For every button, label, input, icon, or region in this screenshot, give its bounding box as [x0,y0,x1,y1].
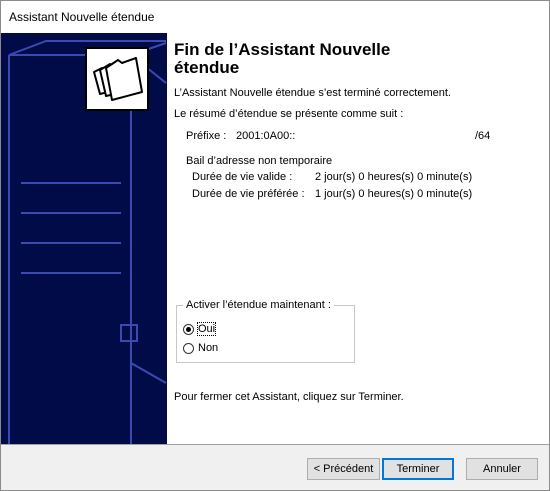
activate-scope-group: Activer l’étendue maintenant : Oui Non [176,299,355,363]
finish-button[interactable]: Terminer [382,458,454,480]
preferred-lifetime-label: Durée de vie préférée : [192,188,305,200]
prefix-label: Préfixe : [186,130,227,142]
footer-divider [1,444,549,445]
wizard-side-graphic [1,33,167,444]
summary-intro: Le résumé d’étendue se présente comme su… [174,108,404,120]
valid-lifetime-value: 2 jour(s) 0 heures(s) 0 minute(s) [315,171,473,183]
prefix-value: 2001:0A00:: [236,130,296,142]
radio-non[interactable] [183,343,194,354]
title-bar[interactable]: Assistant Nouvelle étendue [1,1,549,33]
radio-selected-dot [186,327,191,332]
back-button[interactable]: < Précédent [307,458,380,480]
cancel-button[interactable]: Annuler [466,458,538,480]
wizard-content: Fin de l’Assistant Nouvelle étendue L’As… [167,33,549,444]
close-hint: Pour fermer cet Assistant, cliquez sur T… [174,391,404,403]
wizard-window: Assistant Nouvelle étendue Fin de l’Assi… [0,0,550,491]
folder-stack-icon [84,46,150,112]
preferred-lifetime-value: 1 jour(s) 0 heures(s) 0 minute(s) [315,188,473,200]
activate-scope-label: Activer l’étendue maintenant : [183,299,334,311]
radio-oui-label[interactable]: Oui [196,322,217,336]
window-title: Assistant Nouvelle étendue [9,10,155,24]
valid-lifetime-label: Durée de vie valide : [192,171,293,183]
radio-non-label[interactable]: Non [198,342,218,354]
lease-title: Bail d’adresse non temporaire [186,155,333,167]
completion-message: L’Assistant Nouvelle étendue s’est termi… [174,87,451,99]
page-title: Fin de l’Assistant Nouvelle étendue [174,40,391,77]
prefix-length: /64 [475,130,491,142]
radio-oui[interactable] [183,324,194,335]
